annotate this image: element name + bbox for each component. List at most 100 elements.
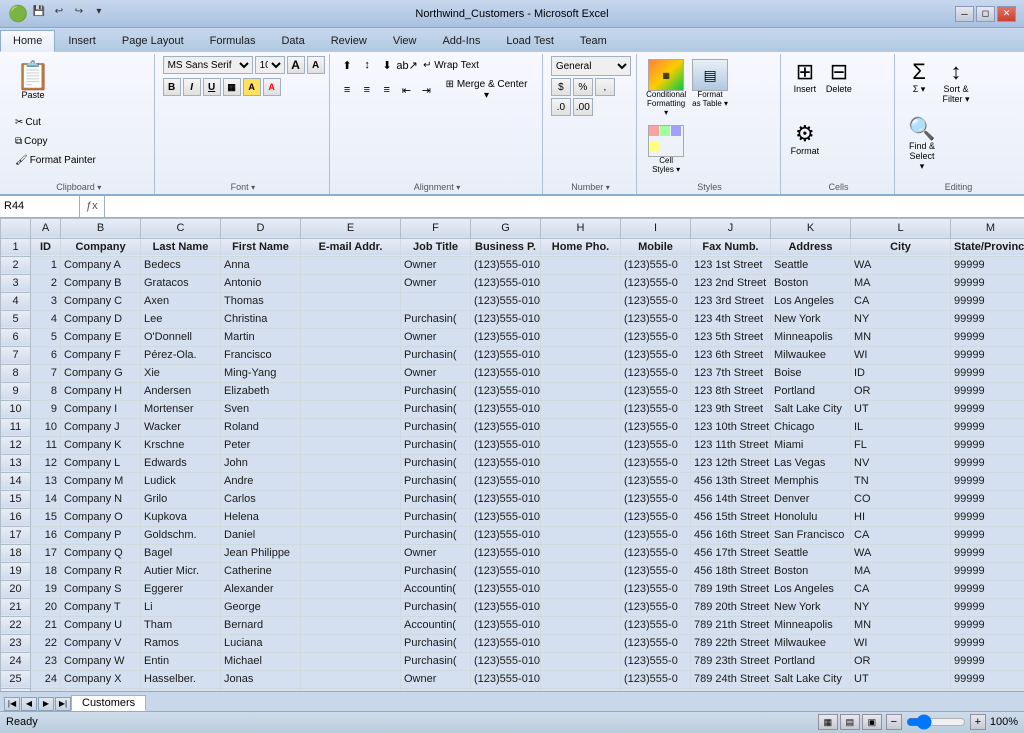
cell-23-1[interactable]: Company W [61,652,141,670]
prev-sheet-button[interactable]: ◀ [21,697,37,711]
row-header-13[interactable]: 13 [1,454,31,472]
cell-21-4[interactable] [301,616,401,634]
cell-9-3[interactable]: Sven [221,400,301,418]
col-header-I[interactable]: I [621,218,691,238]
col-header-D[interactable]: D [221,218,301,238]
cell-8-6[interactable]: (123)555-0100 [471,382,541,400]
ribbon-tab-page-layout[interactable]: Page Layout [109,30,197,52]
cell-13-3[interactable]: Andre [221,472,301,490]
format-as-table-button[interactable]: ▤ Formatas Table ▾ [689,56,731,112]
cell-styles-button[interactable]: CellStyles ▾ [645,122,687,178]
cell-16-9[interactable]: 456 16th Street [691,526,771,544]
cell-9-11[interactable]: UT [851,400,951,418]
cell-0-5[interactable]: Job Title [401,238,471,256]
cell-12-4[interactable] [301,454,401,472]
cell-22-12[interactable]: 99999 [951,634,1024,652]
delete-cells-button[interactable]: ⊟ Delete [823,56,855,98]
row-header-12[interactable]: 12 [1,436,31,454]
cell-8-0[interactable]: 8 [31,382,61,400]
cell-8-5[interactable]: Purchasin( [401,382,471,400]
cell-23-11[interactable]: OR [851,652,951,670]
cell-14-8[interactable]: (123)555-0 [621,490,691,508]
cell-7-7[interactable] [541,364,621,382]
cell-16-4[interactable] [301,526,401,544]
cell-21-12[interactable]: 99999 [951,616,1024,634]
align-left-button[interactable]: ≡ [338,81,356,99]
cell-7-8[interactable]: (123)555-0 [621,364,691,382]
cell-15-12[interactable]: 99999 [951,508,1024,526]
cell-4-11[interactable]: NY [851,310,951,328]
cell-13-9[interactable]: 456 13th Street [691,472,771,490]
spreadsheet-scroll-area[interactable]: ABCDEFGHIJKLMNO 1IDCompanyLast NameFirst… [0,218,1024,691]
font-color-button[interactable]: A [263,78,281,96]
cell-12-0[interactable]: 12 [31,454,61,472]
minimize-button[interactable]: ─ [955,6,974,22]
row-header-6[interactable]: 6 [1,328,31,346]
cell-0-1[interactable]: Company [61,238,141,256]
wrap-text-button[interactable]: ↵ Wrap Text [418,56,484,74]
cell-8-9[interactable]: 123 8th Street [691,382,771,400]
cell-17-7[interactable] [541,544,621,562]
cell-7-1[interactable]: Company G [61,364,141,382]
cell-18-2[interactable]: Autier Micr. [141,562,221,580]
first-sheet-button[interactable]: |◀ [4,697,20,711]
cell-24-9[interactable]: 789 24th Street [691,670,771,688]
cell-11-1[interactable]: Company K [61,436,141,454]
cell-17-5[interactable]: Owner [401,544,471,562]
cell-2-1[interactable]: Company B [61,274,141,292]
cell-10-6[interactable]: (123)555-0100 [471,418,541,436]
cell-16-8[interactable]: (123)555-0 [621,526,691,544]
cell-21-11[interactable]: MN [851,616,951,634]
cell-7-6[interactable]: (123)555-0100 [471,364,541,382]
cell-22-2[interactable]: Ramos [141,634,221,652]
cell-4-5[interactable]: Purchasin( [401,310,471,328]
cell-1-9[interactable]: 123 1st Street [691,256,771,274]
cell-10-9[interactable]: 123 10th Street [691,418,771,436]
cell-17-6[interactable]: (123)555-0100 [471,544,541,562]
cell-0-0[interactable]: ID [31,238,61,256]
cell-15-11[interactable]: HI [851,508,951,526]
cell-8-11[interactable]: OR [851,382,951,400]
cell-19-6[interactable]: (123)555-0100 [471,580,541,598]
row-header-7[interactable]: 7 [1,346,31,364]
font-size-select[interactable]: 10 [255,56,285,74]
cell-12-8[interactable]: (123)555-0 [621,454,691,472]
cell-15-5[interactable]: Purchasin( [401,508,471,526]
ribbon-tab-data[interactable]: Data [268,30,317,52]
cell-11-6[interactable]: (123)555-0100 [471,436,541,454]
col-header-M[interactable]: M [951,218,1024,238]
zoom-in-button[interactable]: + [970,714,986,730]
cell-1-0[interactable]: 1 [31,256,61,274]
row-header-4[interactable]: 4 [1,292,31,310]
col-header-B[interactable]: B [61,218,141,238]
ribbon-tab-home[interactable]: Home [0,30,55,52]
cell-11-2[interactable]: Krschne [141,436,221,454]
fill-color-button[interactable]: A [243,78,261,96]
cell-3-1[interactable]: Company C [61,292,141,310]
cell-6-4[interactable] [301,346,401,364]
cell-18-8[interactable]: (123)555-0 [621,562,691,580]
cell-20-11[interactable]: NY [851,598,951,616]
cell-13-4[interactable] [301,472,401,490]
cell-24-7[interactable] [541,670,621,688]
cell-22-8[interactable]: (123)555-0 [621,634,691,652]
cell-12-5[interactable]: Purchasin( [401,454,471,472]
cell-14-9[interactable]: 456 14th Street [691,490,771,508]
cell-24-3[interactable]: Jonas [221,670,301,688]
cell-5-12[interactable]: 99999 [951,328,1024,346]
cell-15-7[interactable] [541,508,621,526]
cell-20-6[interactable]: (123)555-0100 [471,598,541,616]
last-sheet-button[interactable]: ▶| [55,697,71,711]
page-break-view-button[interactable]: ▣ [862,714,882,730]
cell-2-7[interactable] [541,274,621,292]
cell-9-12[interactable]: 99999 [951,400,1024,418]
row-header-10[interactable]: 10 [1,400,31,418]
cell-12-7[interactable] [541,454,621,472]
font-name-select[interactable]: MS Sans Serif [163,56,253,74]
cell-3-6[interactable]: (123)555-0100 [471,292,541,310]
sort-filter-button[interactable]: ↕ Sort &Filter ▾ [937,56,975,108]
cell-14-7[interactable] [541,490,621,508]
cell-10-7[interactable] [541,418,621,436]
cell-3-2[interactable]: Axen [141,292,221,310]
cell-2-9[interactable]: 123 2nd Street [691,274,771,292]
